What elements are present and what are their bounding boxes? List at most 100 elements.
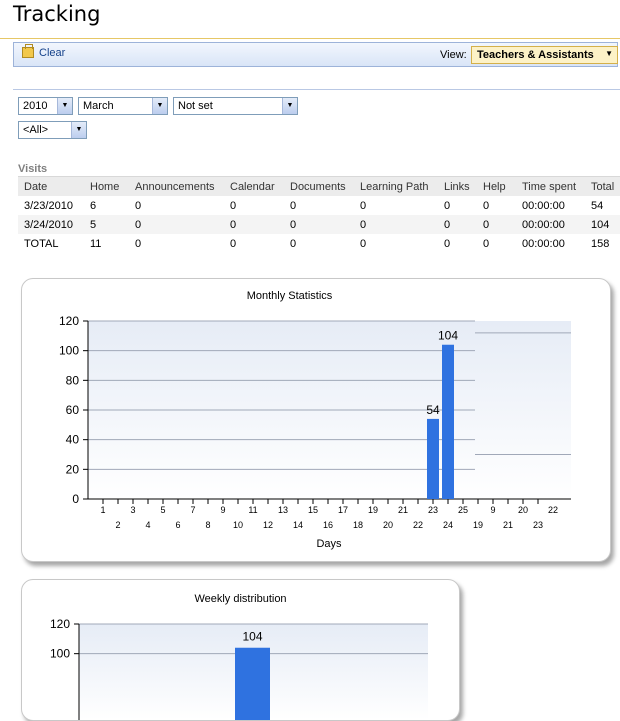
- month-select-value: March: [83, 100, 114, 112]
- table-cell: 158: [591, 237, 610, 250]
- table-row: 3/24/2010 5 0 0 0 0 0 0 00:00:00 104: [18, 215, 620, 234]
- page-title: Tracking: [13, 2, 101, 26]
- table-cell: 6: [90, 199, 97, 212]
- toolbar: Clear View: Teachers & Assistants ▼: [13, 42, 618, 67]
- y-tick-label: 80: [66, 373, 80, 387]
- table-cell: 00:00:00: [522, 199, 565, 212]
- x-tick-label: 17: [338, 505, 348, 515]
- title-divider: [0, 38, 620, 39]
- y-tick-label: 20: [66, 462, 80, 476]
- data-label: 54: [426, 403, 440, 417]
- x-tick-label: 11: [248, 505, 257, 515]
- table-cell: 0: [230, 237, 237, 250]
- table-cell: 0: [230, 199, 237, 212]
- x-tick-label: 23: [428, 505, 438, 515]
- column-header: Total: [585, 176, 620, 196]
- table-cell: 0: [224, 215, 284, 234]
- year-select[interactable]: 2010 ▼: [18, 97, 73, 115]
- chevron-down-icon: ▼: [282, 98, 297, 114]
- table-cell: 3/24/2010: [18, 215, 84, 234]
- table-cell: 0: [284, 215, 354, 234]
- x-tick-label: 24: [443, 520, 453, 530]
- x-tick-label: 12: [263, 520, 273, 530]
- table-cell: 5: [84, 215, 129, 234]
- group-select-value: Not set: [178, 100, 213, 112]
- table-cell: 0: [483, 199, 490, 212]
- table-cell: 0: [135, 237, 142, 250]
- data-label: 104: [242, 630, 262, 644]
- table-cell: 0: [438, 215, 477, 234]
- x-tick-label: 21: [398, 505, 408, 515]
- table-cell: 54: [591, 199, 604, 212]
- x-tick-label: 19: [368, 505, 378, 515]
- table-cell: 0: [477, 215, 516, 234]
- bar: [427, 418, 439, 499]
- weekly-chart: 100 120 104: [50, 617, 428, 720]
- column-header: Documents: [284, 176, 354, 196]
- x-tick-label: 20: [518, 505, 528, 515]
- clear-icon: [22, 44, 34, 58]
- month-select[interactable]: March ▼: [78, 97, 168, 115]
- chevron-down-icon: ▼: [71, 122, 86, 138]
- view-label: View:: [440, 49, 467, 61]
- weekly-chart-panel: Weekly distribution 100 120 104: [21, 579, 460, 721]
- x-tick-label: 22: [548, 505, 558, 515]
- x-tick-label: 13: [278, 505, 288, 515]
- x-tick-label: 8: [205, 520, 210, 530]
- x-tick-label: 3: [130, 505, 135, 515]
- column-header: Calendar: [224, 176, 284, 196]
- table-header-row: Date Home Announcements Calendar Documen…: [18, 176, 620, 196]
- chevron-down-icon: ▼: [57, 98, 72, 114]
- x-tick-label: 1: [100, 505, 105, 515]
- y-tick-label: 120: [59, 314, 79, 328]
- table-cell: 0: [290, 237, 297, 250]
- table-cell: 0: [354, 215, 438, 234]
- table-cell: 0: [290, 199, 297, 212]
- x-axis-label: Days: [316, 538, 342, 550]
- x-tick-label: 14: [293, 520, 303, 530]
- data-label: 104: [438, 329, 458, 343]
- table-row-total: TOTAL 11 0 0 0 0 0 0 00:00:00 158: [18, 234, 620, 253]
- chevron-down-icon: ▼: [152, 98, 167, 114]
- table-row: 3/23/2010 6 0 0 0 0 0 0 00:00:00 54: [18, 196, 620, 215]
- column-header: Announcements: [129, 176, 224, 196]
- y-tick-label: 100: [59, 344, 79, 358]
- y-tick-label: 40: [66, 433, 80, 447]
- y-tick-label: 0: [72, 492, 79, 506]
- column-header: Help: [477, 176, 516, 196]
- x-tick-label: 20: [383, 520, 393, 530]
- bar: [235, 647, 270, 720]
- x-tick-label: 18: [353, 520, 363, 530]
- year-select-value: 2010: [23, 100, 48, 112]
- y-tick-label: 60: [66, 403, 80, 417]
- clear-button-label: Clear: [39, 47, 66, 59]
- table-cell: 0: [483, 237, 490, 250]
- clear-button[interactable]: Clear: [22, 44, 66, 59]
- x-tick-label: 6: [175, 520, 180, 530]
- x-tick-label: 16: [323, 520, 333, 530]
- x-tick-label: 7: [190, 505, 195, 515]
- scope-select-value: <All>: [23, 124, 49, 136]
- view-dropdown-value: Teachers & Assistants: [477, 49, 594, 61]
- chevron-down-icon: ▼: [605, 49, 613, 58]
- column-header: Home: [84, 176, 129, 196]
- x-tick-label: 5: [160, 505, 165, 515]
- column-header: Learning Path: [354, 176, 438, 196]
- table-cell: 0: [360, 199, 367, 212]
- view-dropdown[interactable]: Teachers & Assistants ▼: [471, 46, 618, 64]
- column-header: Links: [438, 176, 477, 196]
- x-tick-label: 10: [233, 520, 243, 530]
- bar: [442, 344, 454, 499]
- table-cell: 0: [444, 199, 451, 212]
- x-tick-label: 9: [220, 505, 225, 515]
- scope-select[interactable]: <All> ▼: [18, 121, 87, 139]
- column-header: Date: [18, 176, 84, 196]
- x-tick-label: 9: [490, 505, 495, 515]
- group-select[interactable]: Not set ▼: [173, 97, 298, 115]
- x-tick-label: 2: [115, 520, 120, 530]
- x-tick-label: 4: [145, 520, 150, 530]
- table-cell: 0: [129, 215, 224, 234]
- column-header: Time spent: [516, 176, 585, 196]
- table-cell: 00:00:00: [516, 215, 585, 234]
- table-cell: 104: [585, 215, 620, 234]
